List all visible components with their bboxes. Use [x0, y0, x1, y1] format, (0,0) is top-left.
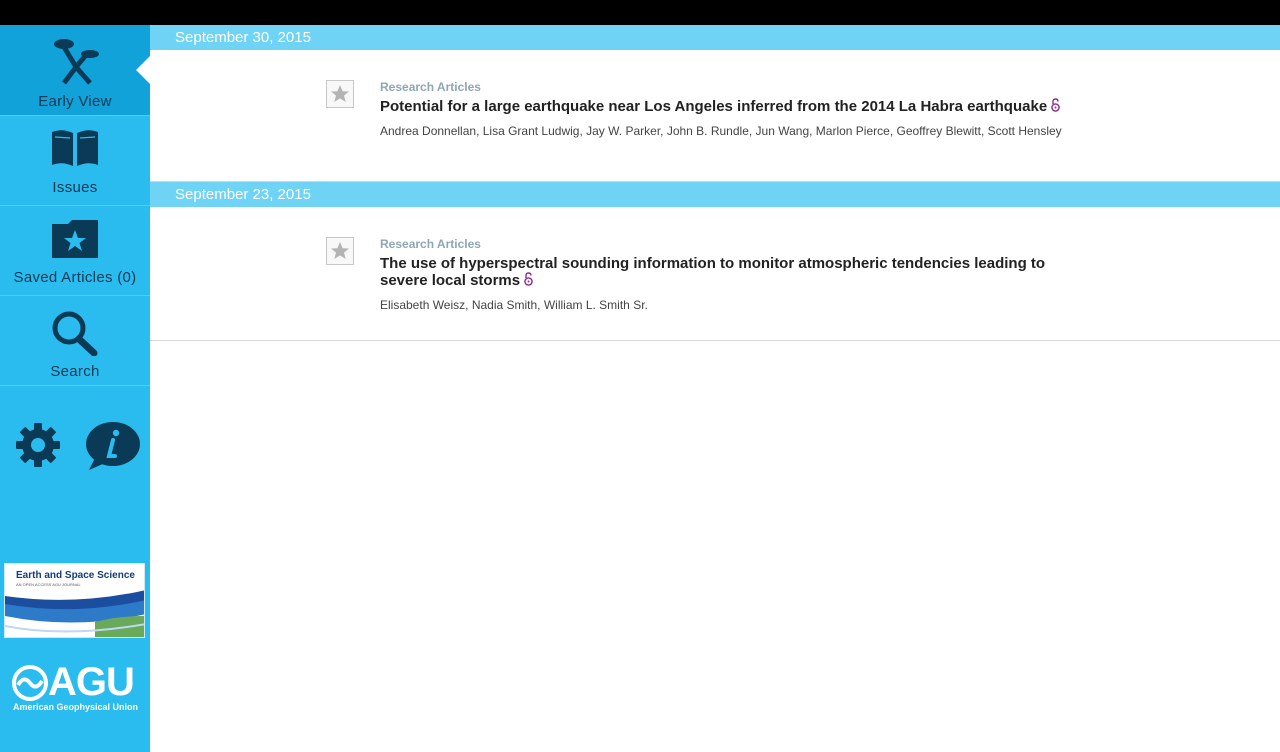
journal-logo[interactable]: Earth and Space Science AN OPEN ACCESS A…: [4, 563, 145, 638]
article-title-text: Potential for a large earthquake near Lo…: [380, 98, 1048, 115]
earth-illustration: [5, 590, 144, 637]
article-list: September 30, 2015 Research Articles Pot…: [150, 25, 1280, 752]
sidebar-item-label: Issues: [52, 179, 98, 196]
star-icon: [331, 242, 349, 259]
book-icon: [52, 130, 98, 166]
sidebar-item-issues[interactable]: Issues: [0, 116, 150, 205]
journal-logo-title: Earth and Space Science: [16, 570, 135, 581]
active-pointer: [136, 55, 151, 85]
save-article-button[interactable]: [326, 80, 354, 108]
article-authors: Andrea Donnellan, Lisa Grant Ludwig, Jay…: [380, 124, 1062, 138]
gear-icon[interactable]: [15, 422, 61, 468]
divider: [0, 385, 150, 386]
agu-emblem-icon: [12, 665, 48, 701]
sidebar: Early View Issues Saved Articles (0) Sea…: [0, 25, 151, 752]
star-icon: [331, 85, 349, 102]
article-item[interactable]: Research Articles The use of hyperspectr…: [150, 207, 1280, 340]
agu-logo-fullname: American Geophysical Union: [13, 702, 139, 712]
date-header: September 30, 2015: [150, 25, 1280, 50]
status-bar: [0, 0, 1280, 25]
divider: [150, 340, 1280, 341]
info-icon[interactable]: [85, 420, 141, 472]
sidebar-item-label: Saved Articles (0): [13, 269, 137, 286]
article-title[interactable]: The use of hyperspectral sounding inform…: [380, 255, 1070, 289]
article-authors: Elisabeth Weisz, Nadia Smith, William L.…: [380, 298, 648, 312]
open-access-icon: [1051, 98, 1060, 112]
article-title-text: The use of hyperspectral sounding inform…: [380, 255, 1046, 289]
article-category: Research Articles: [380, 237, 481, 251]
agu-logo-name: AGU: [48, 660, 135, 704]
open-access-icon: [524, 272, 533, 286]
save-article-button[interactable]: [326, 237, 354, 265]
agu-logo[interactable]: AGU American Geophysical Union: [10, 660, 140, 717]
sidebar-item-label: Search: [50, 363, 100, 380]
date-header: September 23, 2015: [150, 182, 1280, 207]
article-title[interactable]: Potential for a large earthquake near Lo…: [380, 98, 1100, 115]
folder-star-icon: [52, 220, 98, 258]
early-view-icon: [54, 39, 99, 85]
search-icon: [52, 311, 98, 356]
sidebar-item-saved-articles[interactable]: Saved Articles (0): [0, 206, 150, 295]
article-item[interactable]: Research Articles Potential for a large …: [150, 50, 1280, 181]
sidebar-item-early-view[interactable]: Early View: [0, 25, 151, 115]
sidebar-item-search[interactable]: Search: [0, 296, 150, 385]
article-category: Research Articles: [380, 80, 481, 94]
sidebar-item-label: Early View: [38, 93, 112, 110]
